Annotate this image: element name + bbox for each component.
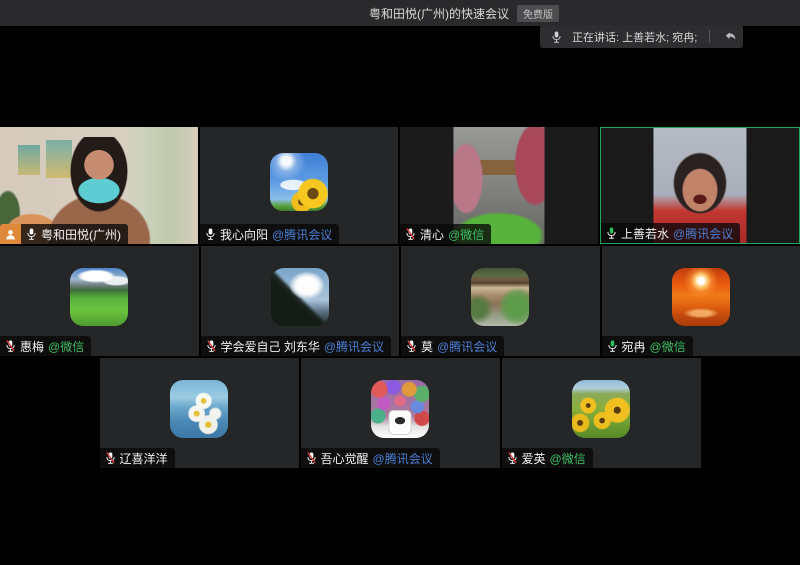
platform-suffix: @腾讯会议	[373, 450, 433, 467]
mic-icon	[205, 227, 216, 241]
grid-row-1: 粤和田悦(广州) 我心向阳 @腾讯会议 清心	[0, 127, 800, 244]
mic-icon	[26, 227, 37, 241]
video-grid: 粤和田悦(广州) 我心向阳 @腾讯会议 清心	[0, 127, 800, 468]
speaking-now-text: 正在讲话: 上善若水; 宛冉;	[572, 29, 705, 45]
avatar	[271, 268, 329, 326]
participant-name: 我心向阳	[220, 226, 268, 243]
name-label: 吾心觉醒 @腾讯会议	[301, 448, 440, 468]
participant-name: 吾心觉醒	[321, 450, 369, 467]
mic-muted-icon	[306, 451, 317, 465]
participant-label: 吾心觉醒 @腾讯会议	[301, 448, 440, 468]
name-label: 莫 @腾讯会议	[401, 336, 504, 356]
participant-label: 学会爱自己 刘东华 @腾讯会议	[201, 336, 392, 356]
mic-muted-icon	[105, 451, 116, 465]
video-tile[interactable]: 吾心觉醒 @腾讯会议	[301, 358, 500, 468]
meeting-window: 粤和田悦(广州)的快速会议 免费版 正在讲话: 上善若水; 宛冉;	[0, 0, 800, 565]
collapse-reply-arrow-icon[interactable]	[717, 30, 743, 43]
name-label: 上善若水 @腾讯会议	[601, 223, 740, 243]
mic-muted-icon	[406, 339, 417, 353]
participant-name: 爱英	[522, 450, 546, 467]
participant-label: 宛冉 @微信	[602, 336, 693, 356]
grid-row-3: 辽喜洋洋 吾心觉醒 @腾讯会议 爱	[100, 358, 701, 468]
participant-label: 清心 @微信	[400, 224, 491, 244]
mic-muted-icon	[5, 339, 16, 353]
meeting-title: 粤和田悦(广州)的快速会议	[369, 5, 509, 22]
mic-muted-icon	[206, 339, 217, 353]
divider	[709, 30, 710, 43]
participant-name: 惠梅	[20, 338, 44, 355]
participant-label: 辽喜洋洋	[100, 448, 175, 468]
platform-suffix: @腾讯会议	[673, 225, 733, 242]
video-tile[interactable]: 上善若水 @腾讯会议	[600, 127, 800, 244]
platform-suffix: @微信	[448, 226, 484, 243]
platform-suffix: @腾讯会议	[324, 338, 384, 355]
name-label: 清心 @微信	[400, 224, 491, 244]
avatar	[371, 380, 429, 438]
participant-name: 莫	[421, 338, 433, 355]
participant-name: 宛冉	[622, 338, 646, 355]
participant-name: 辽喜洋洋	[120, 450, 168, 467]
platform-suffix: @腾讯会议	[437, 338, 497, 355]
participant-label: 惠梅 @微信	[0, 336, 91, 356]
host-person-icon	[4, 228, 17, 241]
mic-muted-icon	[507, 451, 518, 465]
participant-name: 上善若水	[621, 225, 669, 242]
free-version-badge: 免费版	[517, 5, 559, 22]
participant-name: 清心	[420, 226, 444, 243]
mic-speaking-icon	[607, 339, 618, 353]
host-badge	[0, 224, 21, 244]
participant-name: 粤和田悦(广州)	[41, 226, 121, 243]
video-tile[interactable]: 惠梅 @微信	[0, 246, 199, 356]
platform-suffix: @腾讯会议	[272, 226, 332, 243]
video-tile[interactable]: 爱英 @微信	[502, 358, 701, 468]
name-label: 粤和田悦(广州)	[21, 224, 128, 244]
name-label: 宛冉 @微信	[602, 336, 693, 356]
video-tile[interactable]: 清心 @微信	[400, 127, 598, 244]
video-tile[interactable]: 粤和田悦(广州)	[0, 127, 198, 244]
participant-name: 学会爱自己 刘东华	[221, 338, 320, 355]
platform-suffix: @微信	[550, 450, 586, 467]
video-tile[interactable]: 莫 @腾讯会议	[401, 246, 600, 356]
name-label: 惠梅 @微信	[0, 336, 91, 356]
avatar	[672, 268, 730, 326]
video-tile[interactable]: 宛冉 @微信	[602, 246, 800, 356]
participant-label: 爱英 @微信	[502, 448, 593, 468]
participant-label: 上善若水 @腾讯会议	[601, 223, 740, 243]
participant-label: 我心向阳 @腾讯会议	[200, 224, 339, 244]
participant-label: 粤和田悦(广州)	[0, 224, 128, 244]
name-label: 学会爱自己 刘东华 @腾讯会议	[201, 336, 392, 356]
name-label: 辽喜洋洋	[100, 448, 175, 468]
avatar	[170, 380, 228, 438]
speaking-status-bar: 正在讲话: 上善若水; 宛冉;	[540, 25, 743, 48]
title-bar: 粤和田悦(广州)的快速会议 免费版	[0, 0, 800, 26]
microphone-icon	[540, 30, 572, 44]
avatar	[572, 380, 630, 438]
mic-muted-icon	[405, 227, 416, 241]
avatar	[70, 268, 128, 326]
name-label: 爱英 @微信	[502, 448, 593, 468]
video-tile[interactable]: 我心向阳 @腾讯会议	[200, 127, 398, 244]
video-tile[interactable]: 学会爱自己 刘东华 @腾讯会议	[201, 246, 400, 356]
platform-suffix: @微信	[650, 338, 686, 355]
video-tile[interactable]: 辽喜洋洋	[100, 358, 299, 468]
avatar	[471, 268, 529, 326]
name-label: 我心向阳 @腾讯会议	[200, 224, 339, 244]
mic-speaking-icon	[606, 226, 617, 240]
platform-suffix: @微信	[48, 338, 84, 355]
participant-label: 莫 @腾讯会议	[401, 336, 504, 356]
avatar	[270, 153, 328, 211]
grid-row-2: 惠梅 @微信 学会爱自己 刘东华 @腾讯会议	[0, 246, 800, 356]
